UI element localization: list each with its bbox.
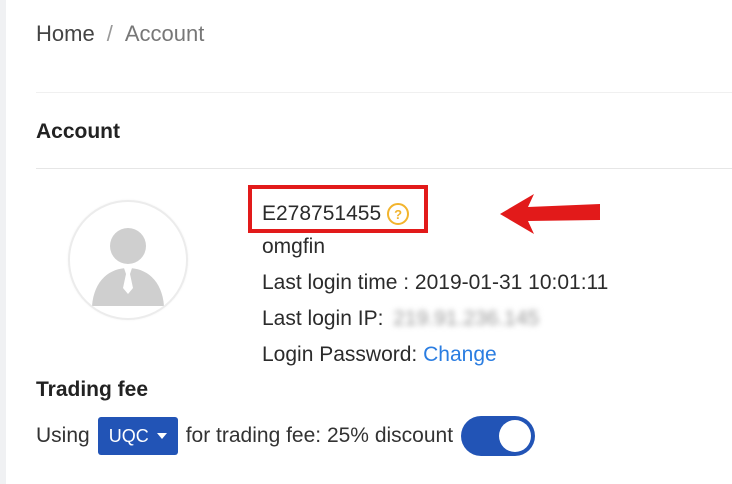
fee-discount-text: for trading fee: 25% discount <box>185 424 454 447</box>
breadcrumb-current: Account <box>124 21 205 46</box>
account-page: Home / Account Account E278751455 ? . om… <box>0 0 732 484</box>
fee-discount-toggle[interactable] <box>461 416 536 456</box>
header-divider <box>36 92 732 93</box>
last-login-time: Last login time : 2019-01-31 10:01:11 <box>262 265 608 301</box>
breadcrumb-home[interactable]: Home <box>36 20 95 48</box>
chevron-down-icon <box>156 433 167 439</box>
trading-fee-row: Using UQC for trading fee: 25% discount <box>36 416 536 456</box>
last-login-time-label: Last login time : <box>262 271 410 294</box>
last-login-ip-value: 219.91.236.145 <box>393 307 540 330</box>
last-login-time-value: 2019-01-31 10:01:11 <box>414 271 609 294</box>
fee-coin-dropdown[interactable]: UQC <box>97 417 178 455</box>
avatar <box>68 200 188 320</box>
default-user-icon <box>92 228 164 306</box>
account-section-title: Account <box>36 120 120 143</box>
breadcrumb-separator: / <box>106 21 113 46</box>
left-rail <box>0 0 6 484</box>
trading-fee-title: Trading fee <box>36 378 149 401</box>
toggle-knob <box>499 420 532 452</box>
section-divider <box>36 168 732 169</box>
last-login-ip-label: Last login IP: <box>262 307 384 330</box>
account-info: . omgfin Last login time : 2019-01-31 10… <box>262 193 608 373</box>
using-label: Using <box>36 424 90 447</box>
change-password-link[interactable]: Change <box>423 343 497 366</box>
login-password: Login Password: Change <box>262 337 608 373</box>
breadcrumb: Home / Account <box>36 20 204 48</box>
login-password-label: Login Password: <box>262 343 418 366</box>
fee-coin-selected: UQC <box>108 425 149 446</box>
username: omgfin <box>262 235 326 258</box>
last-login-ip: Last login IP: 219.91.236.145 <box>262 301 608 337</box>
